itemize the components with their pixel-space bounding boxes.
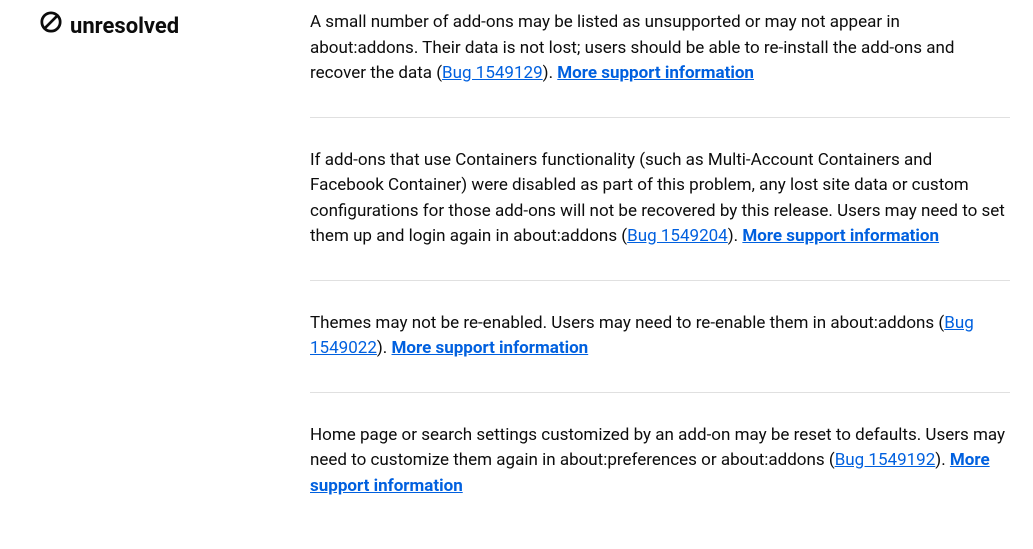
note-text: Home page or search settings customized … <box>310 423 1010 500</box>
more-support-link[interactable]: More support information <box>742 226 939 246</box>
more-support-link[interactable]: More support information <box>392 338 589 358</box>
note-text: Themes may not be re-enabled. Users may … <box>310 311 1010 362</box>
bug-link[interactable]: Bug 1549129 <box>442 63 543 83</box>
note-text-segment: ). <box>377 338 392 358</box>
sidebar: unresolved <box>40 10 310 43</box>
note-text: If add-ons that use Containers functiona… <box>310 148 1010 250</box>
bug-link[interactable]: Bug 1549204 <box>627 226 728 246</box>
status-unresolved: unresolved <box>40 10 290 43</box>
release-note-item: If add-ons that use Containers functiona… <box>310 148 1010 281</box>
bug-link[interactable]: Bug 1549192 <box>835 450 936 470</box>
release-note-item: Home page or search settings customized … <box>310 423 1010 530</box>
unresolved-icon <box>40 10 70 43</box>
note-text-segment: ). <box>935 450 950 470</box>
note-text: A small number of add-ons may be listed … <box>310 10 1010 87</box>
note-text-segment: ). <box>728 226 743 246</box>
note-text-segment: ). <box>543 63 558 83</box>
status-label: unresolved <box>70 10 179 43</box>
note-text-segment: Themes may not be re-enabled. Users may … <box>310 313 944 333</box>
release-note-item: A small number of add-ons may be listed … <box>310 10 1010 118</box>
more-support-link[interactable]: More support information <box>557 63 754 83</box>
release-notes-list: A small number of add-ons may be listed … <box>310 10 1010 529</box>
release-note-item: Themes may not be re-enabled. Users may … <box>310 311 1010 393</box>
